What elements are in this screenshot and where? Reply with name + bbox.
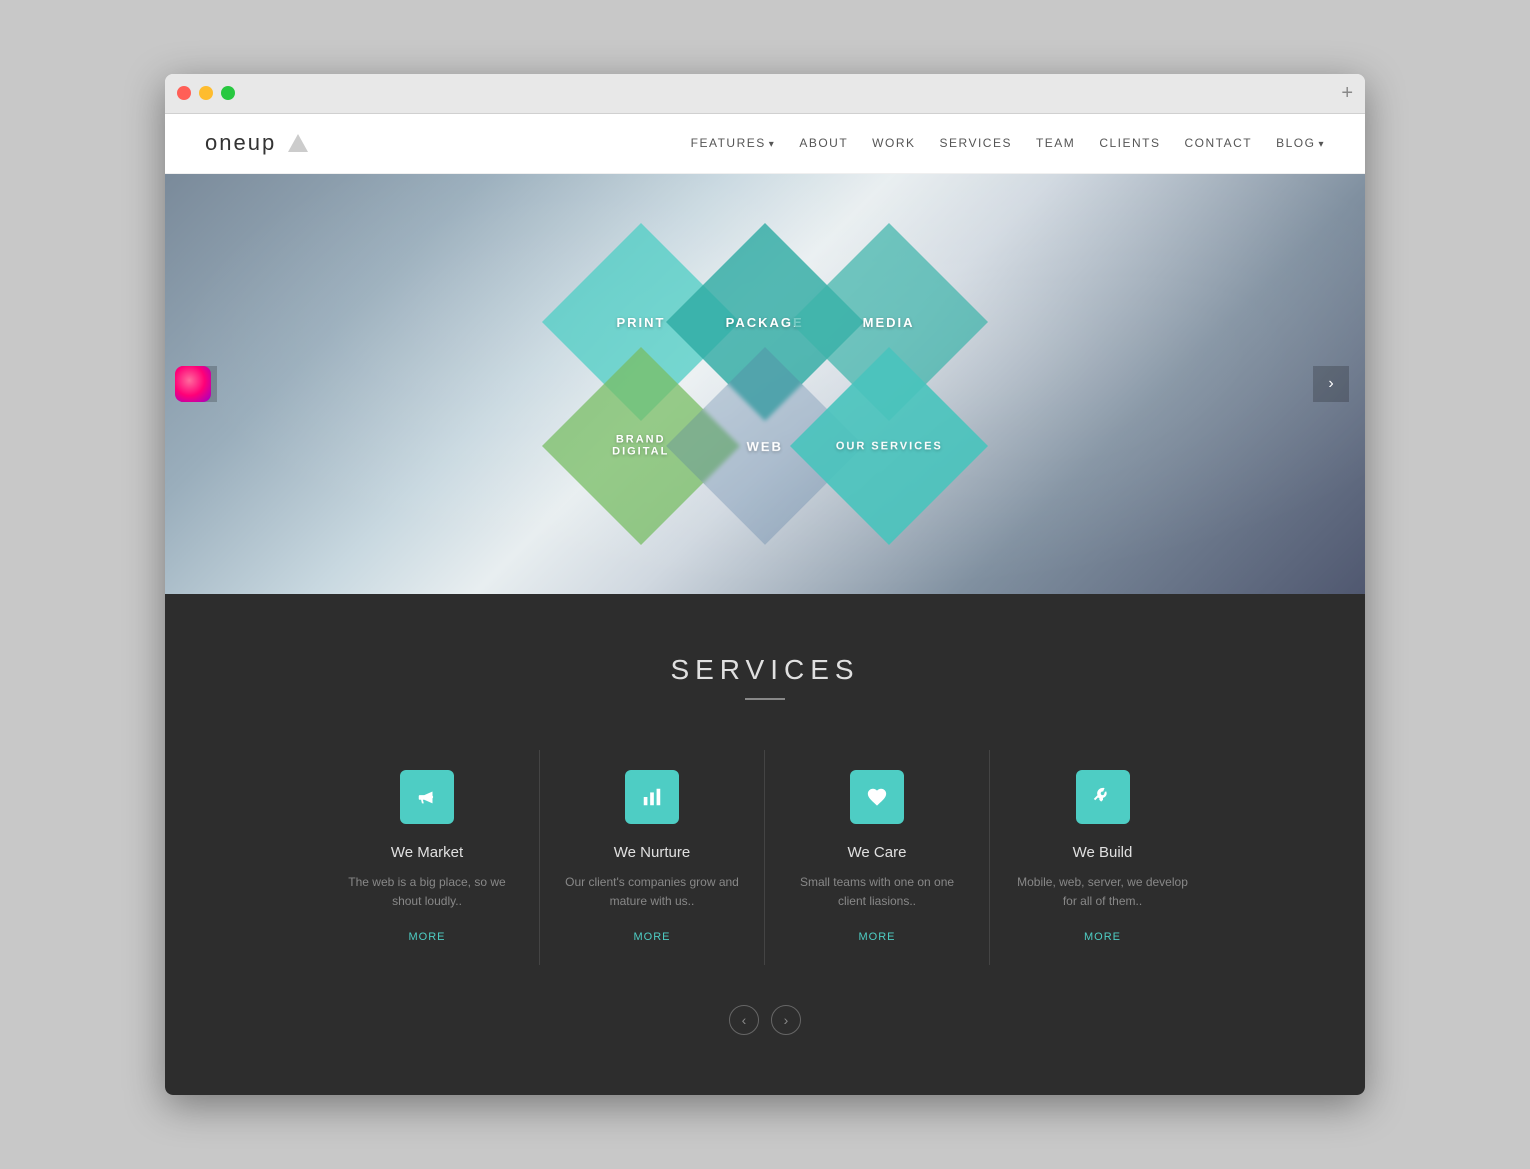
heart-icon — [850, 770, 904, 824]
service-nurture-desc: Our client's companies grow and mature w… — [564, 873, 740, 911]
service-market-desc: The web is a big place, so we shout loud… — [339, 873, 515, 911]
nav-features[interactable]: FEATURES — [691, 136, 776, 150]
diamond-brand-label: BRANDDIGITAL — [612, 434, 669, 458]
services-next-button[interactable]: › — [771, 1005, 801, 1035]
nav-blog[interactable]: BLOG — [1276, 136, 1325, 150]
diamond-web-label: WEB — [747, 438, 783, 453]
macos-icon — [175, 366, 211, 402]
service-item-market: We Market The web is a big place, so we … — [315, 750, 540, 965]
browser-titlebar: + — [165, 74, 1365, 114]
megaphone-icon — [400, 770, 454, 824]
service-build-title: We Build — [1014, 844, 1191, 861]
hero-section: ‹ › PRINT PACKAGE — [165, 174, 1365, 594]
service-care-title: We Care — [789, 844, 965, 861]
browser-window: + oneup FEATURES ABOUT WORK SERVICES TEA… — [165, 74, 1365, 1095]
service-item-care: We Care Small teams with one on one clie… — [765, 750, 990, 965]
services-section-title: SERVICES — [205, 654, 1325, 686]
service-market-title: We Market — [339, 844, 515, 861]
browser-content: oneup FEATURES ABOUT WORK SERVICES TEAM … — [165, 114, 1365, 1095]
close-button[interactable] — [177, 86, 191, 100]
nav-about[interactable]: ABOUT — [799, 136, 848, 150]
service-item-nurture: We Nurture Our client's companies grow a… — [540, 750, 765, 965]
diamond-media-label: MEDIA — [863, 314, 915, 329]
diamond-our-services-label: OUR SERVICES — [836, 440, 943, 452]
service-nurture-title: We Nurture — [564, 844, 740, 861]
services-grid: We Market The web is a big place, so we … — [315, 750, 1215, 965]
nav-team[interactable]: TEAM — [1036, 136, 1075, 150]
logo-triangle-icon — [288, 134, 308, 152]
nav-clients[interactable]: CLIENTS — [1099, 136, 1160, 150]
service-nurture-more[interactable]: MORE — [634, 931, 671, 943]
main-nav: FEATURES ABOUT WORK SERVICES TEAM CLIENT… — [691, 136, 1325, 150]
services-section: SERVICES We Market The web is a big plac… — [165, 594, 1365, 1095]
service-build-desc: Mobile, web, server, we develop for all … — [1014, 873, 1191, 911]
logo-text: oneup — [205, 130, 276, 156]
site-header: oneup FEATURES ABOUT WORK SERVICES TEAM … — [165, 114, 1365, 174]
service-care-desc: Small teams with one on one client liasi… — [789, 873, 965, 911]
section-divider — [745, 698, 785, 700]
wrench-icon — [1076, 770, 1130, 824]
services-slider-controls: ‹ › — [205, 1005, 1325, 1035]
minimize-button[interactable] — [199, 86, 213, 100]
services-prev-button[interactable]: ‹ — [729, 1005, 759, 1035]
nav-work[interactable]: WORK — [872, 136, 915, 150]
new-tab-button[interactable]: + — [1341, 82, 1353, 105]
chart-icon — [625, 770, 679, 824]
slider-next-button[interactable]: › — [1313, 366, 1349, 402]
diamond-print-label: PRINT — [617, 314, 666, 329]
service-market-more[interactable]: MORE — [409, 931, 446, 943]
nav-services[interactable]: SERVICES — [940, 136, 1012, 150]
service-care-more[interactable]: MORE — [859, 931, 896, 943]
service-build-more[interactable]: MORE — [1084, 931, 1121, 943]
nav-contact[interactable]: CONTACT — [1185, 136, 1253, 150]
maximize-button[interactable] — [221, 86, 235, 100]
service-item-build: We Build Mobile, web, server, we develop… — [990, 750, 1215, 965]
browser-buttons — [177, 86, 235, 100]
diamond-row-2: BRANDDIGITAL WEB OUR SERVICES — [579, 384, 951, 508]
diamond-grid: PRINT PACKAGE MEDIA — [579, 260, 951, 508]
logo[interactable]: oneup — [205, 130, 308, 156]
